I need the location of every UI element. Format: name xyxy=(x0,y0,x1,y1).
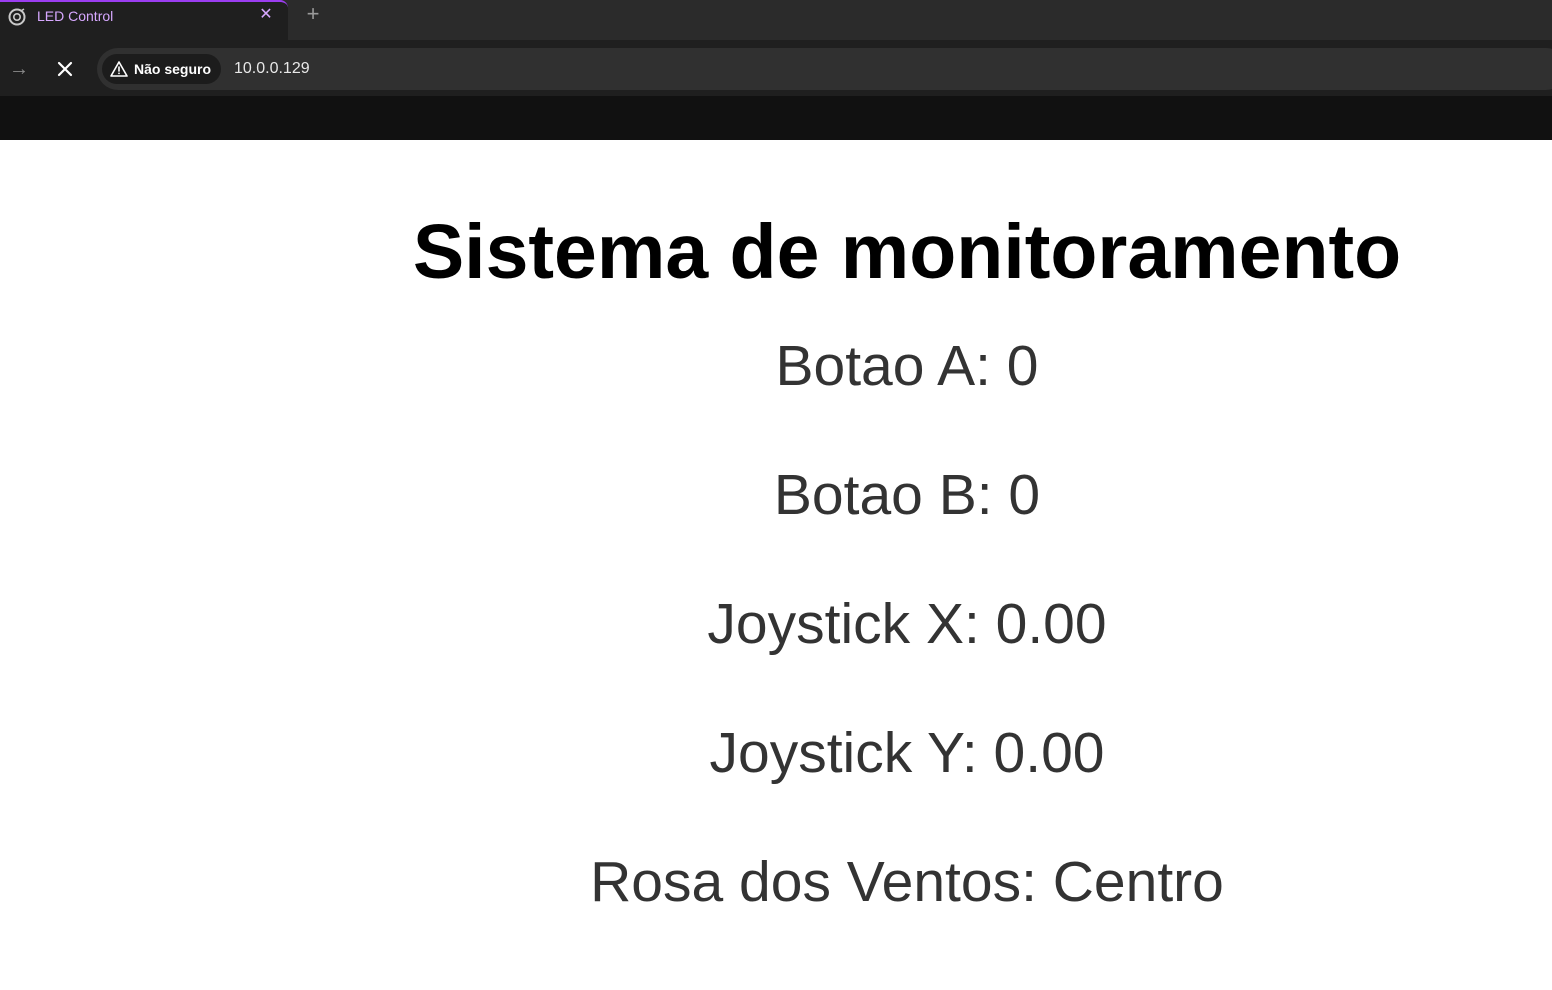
tab-strip: LED Control ✕ + xyxy=(0,0,1552,40)
stop-loading-button[interactable] xyxy=(52,56,78,82)
security-label: Não seguro xyxy=(134,61,212,77)
browser-toolbar: → Não seguro 10.0.0.129 xyxy=(0,40,1552,96)
reading-rosa-dos-ventos: Rosa dos Ventos: Centro xyxy=(590,850,1224,914)
reading-botao-b: Botao B: 0 xyxy=(773,463,1041,527)
page-content: Sistema de monitoramento Botao A: 0 Bota… xyxy=(0,140,1552,990)
url-text[interactable]: 10.0.0.129 xyxy=(234,60,310,78)
warning-triangle-icon xyxy=(110,61,128,77)
bookmarks-bar xyxy=(0,96,1552,140)
forward-button[interactable]: → xyxy=(6,56,32,82)
reading-botao-a: Botao A: 0 xyxy=(775,334,1039,398)
reading-joystick-x: Joystick X: 0.00 xyxy=(707,592,1107,656)
new-tab-button[interactable]: + xyxy=(301,2,325,26)
tab-title: LED Control xyxy=(37,8,114,24)
security-status-chip[interactable]: Não seguro xyxy=(102,54,222,84)
loading-favicon-icon xyxy=(8,8,26,26)
page-title: Sistema de monitoramento xyxy=(412,209,1402,295)
tab-close-icon[interactable]: ✕ xyxy=(256,5,276,25)
tab-led-control[interactable]: LED Control ✕ xyxy=(0,0,288,40)
reading-joystick-y: Joystick Y: 0.00 xyxy=(709,721,1105,785)
address-bar[interactable]: Não seguro 10.0.0.129 xyxy=(97,48,1552,90)
